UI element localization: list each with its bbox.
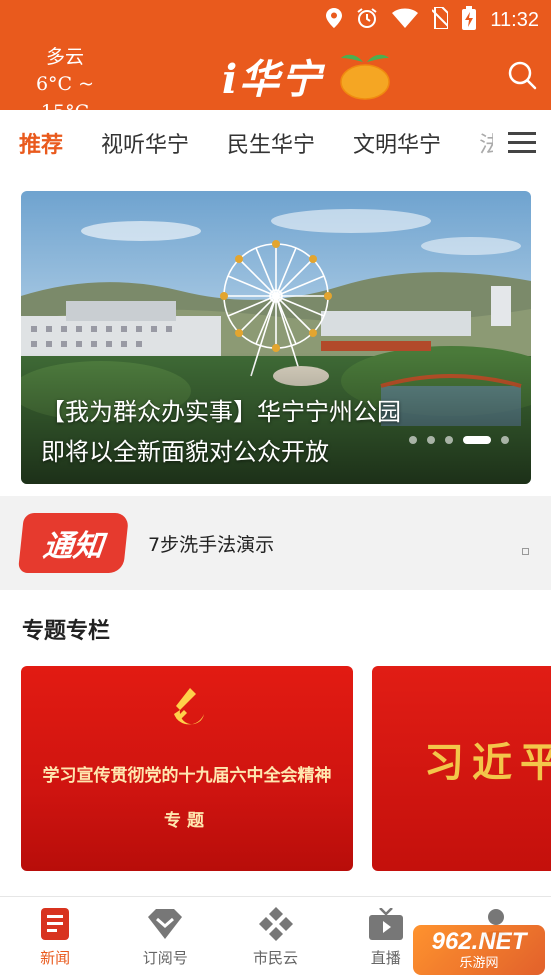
nav-label: 市民云 (253, 949, 299, 967)
no-sim-icon (431, 5, 450, 34)
party-emblem-icon (174, 688, 204, 725)
weather-condition: 多云 (45, 46, 84, 68)
nav-citizen-cloud[interactable]: 市民云 (220, 897, 330, 979)
carousel-dot[interactable] (445, 436, 453, 444)
watermark-subtext: 乐游网 (459, 955, 499, 970)
tab-audiovisual[interactable]: 视听华宁 (82, 127, 208, 159)
carousel-dot-active[interactable] (463, 436, 491, 444)
nav-subscribe[interactable]: 订阅号 (110, 897, 220, 979)
news-icon (38, 907, 72, 941)
tab-menu-button[interactable] (493, 110, 551, 176)
live-tv-icon (368, 907, 403, 941)
topic-card-title: 习近平 (424, 739, 551, 786)
menu-icon (508, 132, 536, 153)
citizen-cloud-icon (258, 907, 293, 941)
topic-card[interactable]: 习近平 (372, 666, 551, 871)
category-tabs: 推荐 视听华宁 民生华宁 文明华宁 法 (0, 110, 551, 176)
app-logo: i华宁 (222, 48, 395, 104)
app-screen: 11:32 多云 6°C ~ 15°C i华宁 推荐 视听华宁 民生华宁 (0, 0, 551, 979)
nav-label: 新闻 (40, 949, 71, 967)
wifi-icon (392, 8, 419, 33)
topic-card[interactable]: 学习宣传贯彻党的十九届六中全会精神 专题 (21, 666, 353, 871)
tab-livelihood[interactable]: 民生华宁 (208, 127, 334, 159)
notice-indicator-icon (522, 548, 529, 555)
carousel-dot[interactable] (501, 436, 509, 444)
topic-card-subtitle: 专题 (164, 811, 210, 831)
section-title: 专题专栏 (22, 619, 111, 644)
feed-content: 【我为群众办实事】华宁宁州公园即将以全新面貌对公众开放 通知 7步洗手法演示 专… (0, 176, 551, 896)
orange-icon (335, 48, 395, 104)
topic-card-title: 学习宣传贯彻党的十九届六中全会精神 (42, 766, 332, 786)
banner-carousel[interactable]: 【我为群众办实事】华宁宁州公园即将以全新面貌对公众开放 (21, 191, 531, 484)
carousel-dot[interactable] (427, 436, 435, 444)
search-icon (508, 61, 537, 90)
subscribe-icon (148, 907, 183, 941)
tab-civilization[interactable]: 文明华宁 (334, 127, 460, 159)
header: 11:32 多云 6°C ~ 15°C i华宁 (0, 0, 551, 123)
nav-news[interactable]: 新闻 (0, 897, 110, 979)
battery-charging-icon (462, 5, 477, 35)
watermark-text: 962.NET (431, 928, 527, 955)
topic-cards: 学习宣传贯彻党的十九届六中全会精神 专题 习近平 (0, 666, 551, 896)
status-bar: 11:32 (326, 5, 539, 35)
nav-label: 直播 (370, 949, 401, 967)
banner-title[interactable]: 【我为群众办实事】华宁宁州公园即将以全新面貌对公众开放 (41, 392, 421, 472)
location-icon (326, 7, 343, 33)
notice-badge: 通知 (17, 513, 130, 573)
site-watermark: 962.NET 乐游网 (413, 925, 545, 975)
clock-time: 11:32 (490, 8, 539, 31)
alarm-icon (356, 7, 378, 34)
notice-text[interactable]: 7步洗手法演示 (148, 530, 274, 557)
nav-label: 订阅号 (142, 949, 188, 967)
logo-text: i华宁 (222, 56, 324, 103)
notice-bar[interactable]: 通知 7步洗手法演示 (0, 496, 551, 590)
search-button[interactable] (507, 60, 537, 90)
carousel-indicator (409, 436, 509, 444)
tab-recommend[interactable]: 推荐 (0, 127, 82, 159)
carousel-dot[interactable] (409, 436, 417, 444)
